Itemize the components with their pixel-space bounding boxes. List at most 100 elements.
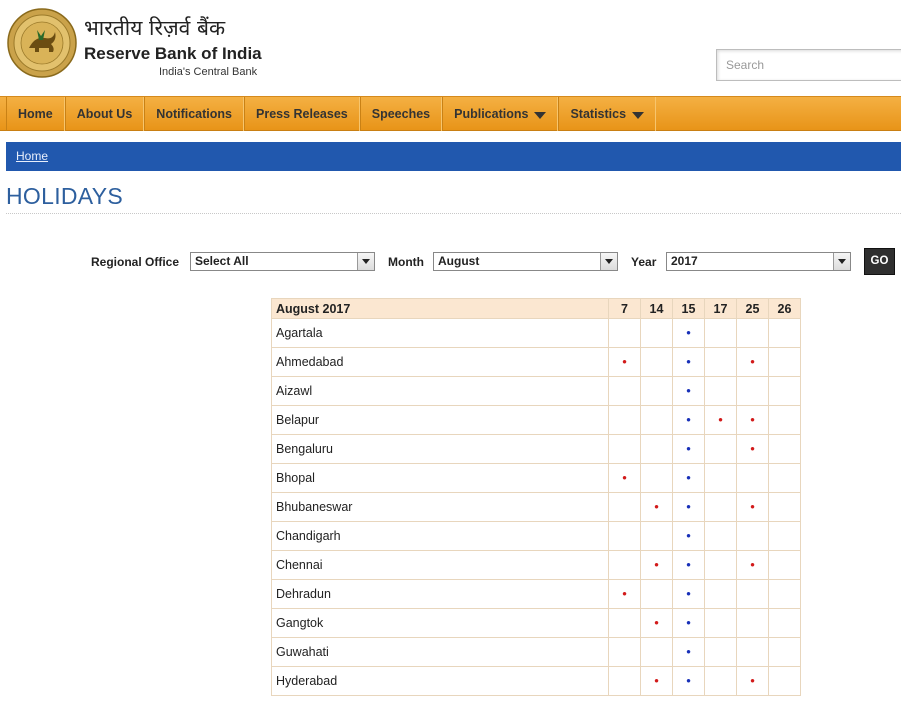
nav-home[interactable]: Home [6, 97, 65, 131]
blue-holiday-dot-icon[interactable]: • [686, 354, 691, 369]
nav-publications[interactable]: Publications [442, 97, 559, 131]
table-body: Agartala • Ahmedabad • • • Aizawl • Belapur • • • Be… [271, 318, 801, 696]
blue-holiday-dot-icon[interactable]: • [686, 673, 691, 688]
holiday-cell [736, 579, 769, 609]
regional-office-select[interactable]: Select All [190, 252, 375, 271]
date-header: 14 [640, 298, 673, 319]
holiday-cell [768, 521, 801, 551]
nav-notifications[interactable]: Notifications [144, 97, 244, 131]
holiday-cell [704, 579, 737, 609]
city-name[interactable]: Gangtok [271, 608, 609, 638]
table-row: Bhubaneswar • • • [271, 492, 801, 522]
holiday-cell [768, 550, 801, 580]
holiday-cell [640, 405, 673, 435]
city-name[interactable]: Aizawl [271, 376, 609, 406]
date-header: 26 [768, 298, 801, 319]
blue-holiday-dot-icon[interactable]: • [686, 615, 691, 630]
blue-holiday-dot-icon[interactable]: • [686, 528, 691, 543]
holiday-cell [736, 637, 769, 667]
red-holiday-dot-icon[interactable]: • [654, 673, 659, 688]
holiday-cell [704, 608, 737, 638]
blue-holiday-dot-icon[interactable]: • [686, 499, 691, 514]
city-name[interactable]: Bhubaneswar [271, 492, 609, 522]
red-holiday-dot-icon[interactable]: • [622, 586, 627, 601]
rbi-seal-logo[interactable] [7, 8, 77, 78]
red-holiday-dot-icon[interactable]: • [750, 441, 755, 456]
page-title: HOLIDAYS [6, 183, 124, 209]
org-name[interactable]: Reserve Bank of India [84, 44, 262, 64]
red-holiday-dot-icon[interactable]: • [654, 557, 659, 572]
year-select[interactable]: 2017 [666, 252, 851, 271]
holiday-cell [608, 521, 641, 551]
holiday-cell [768, 492, 801, 522]
holiday-cell [768, 637, 801, 667]
city-name[interactable]: Chandigarh [271, 521, 609, 551]
holiday-cell [736, 376, 769, 406]
search-input[interactable] [716, 49, 901, 81]
holiday-cell [704, 492, 737, 522]
holiday-cell [640, 376, 673, 406]
select-value: August [438, 254, 480, 268]
city-name[interactable]: Bhopal [271, 463, 609, 493]
holiday-cell [704, 463, 737, 493]
holiday-cell: • [608, 463, 641, 493]
city-name[interactable]: Hyderabad [271, 666, 609, 696]
holiday-cell [608, 318, 641, 348]
caret-down-icon [534, 111, 547, 119]
city-name[interactable]: Guwahati [271, 637, 609, 667]
red-holiday-dot-icon[interactable]: • [750, 412, 755, 427]
month-caption: August 2017 [271, 298, 609, 319]
holiday-cell: • [672, 550, 705, 580]
holiday-cell: • [672, 434, 705, 464]
blue-holiday-dot-icon[interactable]: • [686, 441, 691, 456]
blue-holiday-dot-icon[interactable]: • [686, 644, 691, 659]
red-holiday-dot-icon[interactable]: • [750, 499, 755, 514]
red-holiday-dot-icon[interactable]: • [750, 557, 755, 572]
holiday-cell: • [672, 666, 705, 696]
blue-holiday-dot-icon[interactable]: • [686, 412, 691, 427]
red-holiday-dot-icon[interactable]: • [654, 615, 659, 630]
holiday-cell: • [640, 550, 673, 580]
year-label: Year [631, 255, 657, 269]
breadcrumb-home-link[interactable]: Home [16, 149, 48, 163]
site-header: भारतीय रिज़र्व बैंक Reserve Bank of Indi… [0, 0, 901, 96]
date-header: 15 [672, 298, 705, 319]
city-name[interactable]: Agartala [271, 318, 609, 348]
red-holiday-dot-icon[interactable]: • [750, 354, 755, 369]
city-name[interactable]: Ahmedabad [271, 347, 609, 377]
holiday-cell: • [608, 579, 641, 609]
blue-holiday-dot-icon[interactable]: • [686, 586, 691, 601]
holiday-cell [608, 434, 641, 464]
nav-label: Notifications [156, 107, 232, 121]
nav-label: Press Releases [256, 107, 348, 121]
blue-holiday-dot-icon[interactable]: • [686, 470, 691, 485]
holiday-cell: • [672, 463, 705, 493]
red-holiday-dot-icon[interactable]: • [750, 673, 755, 688]
table-row: Aizawl • [271, 376, 801, 406]
nav-about-us[interactable]: About Us [64, 97, 145, 131]
red-holiday-dot-icon[interactable]: • [622, 470, 627, 485]
dropdown-arrow-icon[interactable] [833, 253, 850, 270]
red-holiday-dot-icon[interactable]: • [718, 412, 723, 427]
holiday-cell: • [704, 405, 737, 435]
month-label: Month [388, 255, 424, 269]
city-name[interactable]: Dehradun [271, 579, 609, 609]
city-name[interactable]: Belapur [271, 405, 609, 435]
select-value: Select All [195, 254, 249, 268]
dropdown-arrow-icon[interactable] [357, 253, 374, 270]
blue-holiday-dot-icon[interactable]: • [686, 325, 691, 340]
city-name[interactable]: Chennai [271, 550, 609, 580]
blue-holiday-dot-icon[interactable]: • [686, 557, 691, 572]
month-select[interactable]: August [433, 252, 618, 271]
red-holiday-dot-icon[interactable]: • [622, 354, 627, 369]
blue-holiday-dot-icon[interactable]: • [686, 383, 691, 398]
nav-statistics[interactable]: Statistics [558, 97, 657, 131]
nav-speeches[interactable]: Speeches [359, 97, 443, 131]
breadcrumb: Home [6, 142, 901, 171]
go-button[interactable]: GO [864, 248, 895, 275]
holiday-cell [768, 579, 801, 609]
red-holiday-dot-icon[interactable]: • [654, 499, 659, 514]
city-name[interactable]: Bengaluru [271, 434, 609, 464]
dropdown-arrow-icon[interactable] [600, 253, 617, 270]
nav-press-releases[interactable]: Press Releases [244, 97, 360, 131]
